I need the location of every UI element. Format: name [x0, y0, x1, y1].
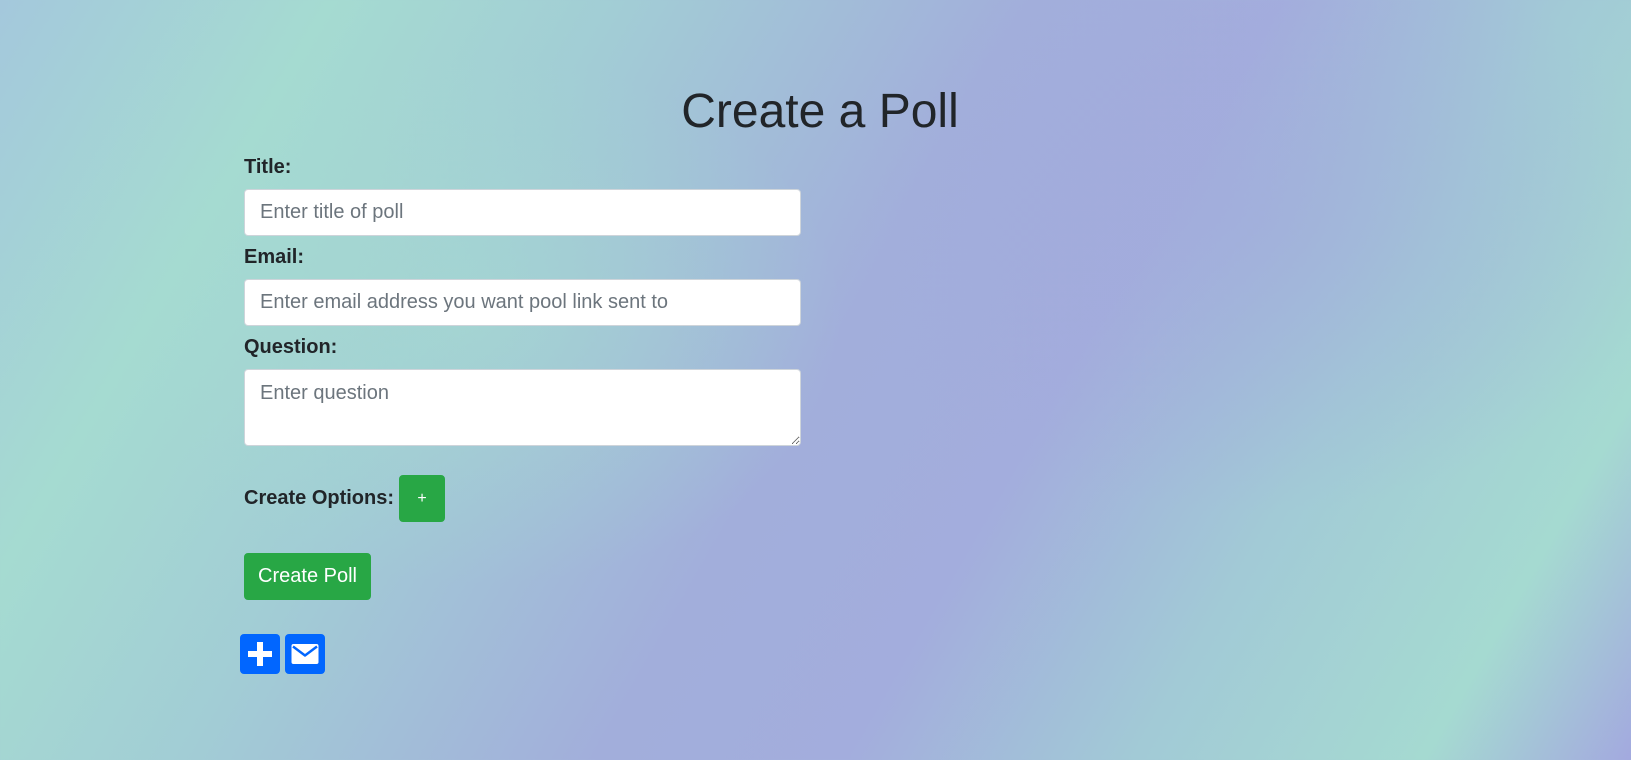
add-option-button[interactable]: + [399, 475, 446, 522]
question-label: Question: [244, 336, 338, 358]
email-share-button[interactable] [285, 634, 325, 674]
create-poll-form: Title: Email: Question: Create Options: … [244, 154, 801, 600]
create-options-label: Create Options: [244, 487, 395, 509]
email-label: Email: [244, 246, 305, 268]
email-icon [291, 644, 319, 664]
title-label: Title: [244, 156, 292, 178]
create-poll-button[interactable]: Create Poll [244, 553, 371, 600]
share-button[interactable] [240, 634, 280, 674]
question-textarea[interactable] [244, 369, 801, 446]
share-plus-icon [248, 642, 272, 666]
share-buttons [240, 634, 325, 674]
create-options-row: Create Options: + [244, 475, 801, 522]
email-input[interactable] [244, 279, 801, 326]
title-input[interactable] [244, 189, 801, 236]
page-title: Create a Poll [681, 85, 959, 138]
